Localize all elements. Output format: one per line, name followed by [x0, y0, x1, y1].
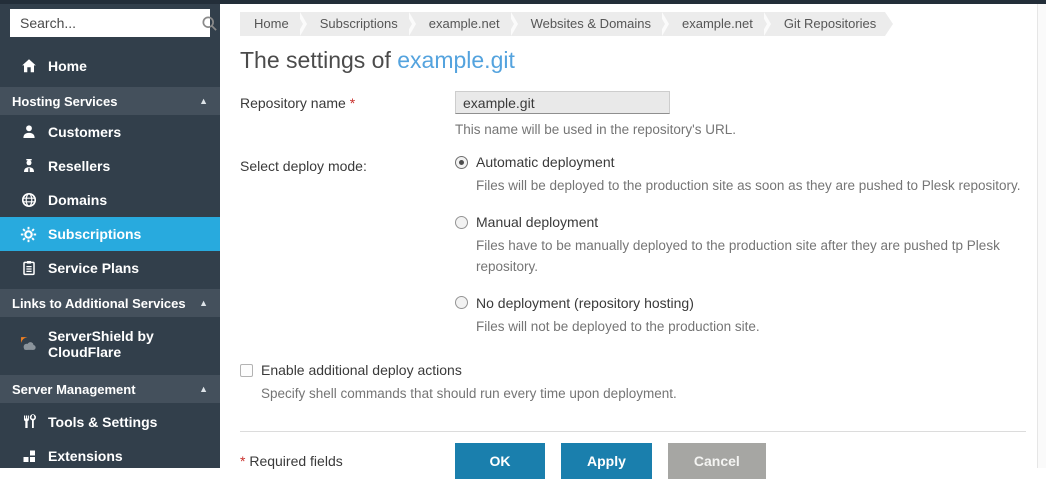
blocks-icon [20, 448, 37, 465]
reseller-icon [20, 158, 37, 175]
gear-icon [20, 226, 37, 243]
sidebar-section-hosting-services[interactable]: Hosting Services ▲ [0, 87, 220, 115]
repository-name-input[interactable] [455, 91, 670, 114]
repository-name-row: Repository name * This name will be used… [240, 91, 1026, 137]
deploy-actions-section: Enable additional deploy actions Specify… [240, 362, 1026, 404]
clipboard-icon [20, 260, 37, 277]
radio-button-icon[interactable] [455, 216, 468, 229]
deploy-option-automatic: Automatic deployment Files will be deplo… [455, 154, 1026, 196]
breadcrumb-item-git-repositories: Git Repositories [775, 12, 885, 36]
sidebar-section-additional-services[interactable]: Links to Additional Services ▲ [0, 289, 220, 317]
search-icon[interactable] [201, 15, 218, 32]
radio-button-icon[interactable] [455, 156, 468, 169]
breadcrumb-end-arrow [885, 12, 893, 36]
divider [240, 431, 1026, 432]
deploy-mode-row: Select deploy mode: Automatic deployment… [240, 154, 1026, 337]
chevron-up-icon[interactable]: ▲ [199, 384, 208, 394]
radio-button-icon[interactable] [455, 296, 468, 309]
deploy-mode-label: Select deploy mode: [240, 154, 455, 337]
sidebar-item-servershield[interactable]: ServerShield by CloudFlare [0, 317, 220, 371]
ok-button[interactable]: OK [455, 443, 545, 479]
deploy-actions-description: Specify shell commands that should run e… [261, 384, 839, 404]
home-icon [20, 58, 37, 75]
sidebar-item-home[interactable]: Home [0, 49, 220, 83]
sidebar-item-label: Tools & Settings [48, 414, 157, 430]
sidebar-item-label: Resellers [48, 158, 110, 174]
breadcrumb: Home Subscriptions example.net Websites … [240, 12, 1026, 36]
option-description: Files have to be manually deployed to th… [476, 236, 1026, 277]
cloudflare-icon [20, 336, 37, 353]
sidebar-item-label: Service Plans [48, 260, 139, 276]
breadcrumb-item-home[interactable]: Home [240, 12, 298, 36]
sidebar-item-label: ServerShield by CloudFlare [48, 328, 178, 360]
tools-icon [20, 414, 37, 431]
page-title: The settings of example.git [240, 47, 1026, 74]
enable-deploy-actions-checkbox[interactable]: Enable additional deploy actions [240, 362, 1026, 378]
form-footer: * Required fields OK Apply Cancel [240, 443, 1026, 479]
sidebar-item-domains[interactable]: Domains [0, 183, 220, 217]
sidebar-item-label: Domains [48, 192, 107, 208]
apply-button[interactable]: Apply [561, 443, 652, 479]
breadcrumb-item-subscription-domain[interactable]: example.net [420, 12, 509, 36]
radio-no-deployment[interactable]: No deployment (repository hosting) [455, 295, 1026, 311]
sidebar-search[interactable] [10, 9, 210, 37]
sidebar-item-subscriptions[interactable]: Subscriptions [0, 217, 220, 251]
main-content: Home Subscriptions example.net Websites … [220, 4, 1046, 468]
repository-name-highlight: example.git [397, 47, 515, 73]
sidebar-item-label: Home [48, 58, 87, 74]
breadcrumb-item-domain[interactable]: example.net [673, 12, 762, 36]
checkbox-icon[interactable] [240, 364, 253, 377]
required-fields-note: * Required fields [240, 453, 455, 469]
deploy-option-none: No deployment (repository hosting) Files… [455, 295, 1026, 337]
sidebar-item-label: Customers [48, 124, 121, 140]
sidebar-item-tools-settings[interactable]: Tools & Settings [0, 405, 220, 439]
globe-icon [20, 192, 37, 209]
sidebar-section-server-management[interactable]: Server Management ▲ [0, 375, 220, 403]
breadcrumb-item-subscriptions[interactable]: Subscriptions [311, 12, 407, 36]
chevron-up-icon[interactable]: ▲ [199, 298, 208, 308]
top-bar [0, 0, 1046, 4]
breadcrumb-separator-icon [298, 12, 311, 36]
deploy-option-manual: Manual deployment Files have to be manua… [455, 214, 1026, 277]
breadcrumb-separator-icon [660, 12, 673, 36]
radio-manual-deployment[interactable]: Manual deployment [455, 214, 1026, 230]
option-description: Files will be deployed to the production… [476, 176, 1026, 196]
breadcrumb-item-websites-domains[interactable]: Websites & Domains [522, 12, 660, 36]
required-asterisk: * [350, 95, 355, 111]
search-input[interactable] [20, 15, 201, 31]
repository-name-help: This name will be used in the repository… [455, 122, 1026, 137]
settings-form: Repository name * This name will be used… [240, 91, 1026, 479]
option-description: Files will not be deployed to the produc… [476, 317, 1026, 337]
breadcrumb-separator-icon [407, 12, 420, 36]
customer-icon [20, 124, 37, 141]
sidebar-item-label: Extensions [48, 448, 123, 464]
repository-name-label: Repository name * [240, 91, 455, 137]
breadcrumb-separator-icon [762, 12, 775, 36]
sidebar-item-service-plans[interactable]: Service Plans [0, 251, 220, 285]
chevron-up-icon[interactable]: ▲ [199, 96, 208, 106]
breadcrumb-separator-icon [509, 12, 522, 36]
sidebar: Home Hosting Services ▲ Customers Resell… [0, 0, 220, 468]
radio-automatic-deployment[interactable]: Automatic deployment [455, 154, 1026, 170]
sidebar-item-customers[interactable]: Customers [0, 115, 220, 149]
cancel-button[interactable]: Cancel [668, 443, 766, 479]
scrollbar-track[interactable] [1037, 4, 1046, 468]
sidebar-item-resellers[interactable]: Resellers [0, 149, 220, 183]
sidebar-item-label: Subscriptions [48, 226, 141, 242]
